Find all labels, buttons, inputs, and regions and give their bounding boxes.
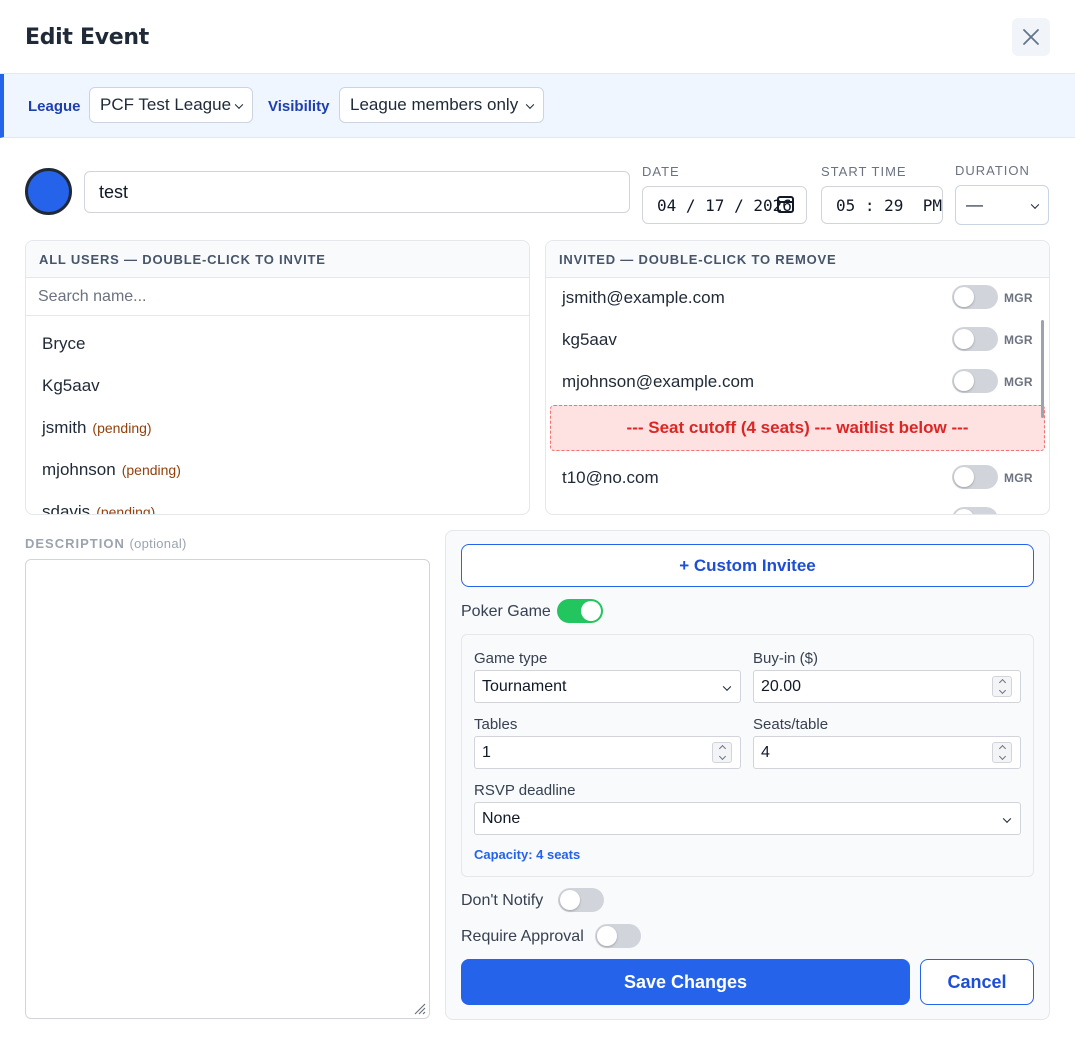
start-time-input[interactable]: 05 : 29 PM	[821, 186, 943, 224]
seats-label: Seats/table	[753, 716, 829, 733]
game-type-select[interactable]: Tournament	[474, 670, 741, 703]
number-stepper-icon[interactable]	[992, 742, 1012, 763]
mgr-label: MGR	[1004, 471, 1033, 485]
user-name: Bryce	[42, 334, 86, 353]
close-button[interactable]	[1012, 18, 1050, 56]
chevron-down-icon	[1002, 813, 1012, 823]
chevron-down-icon	[525, 100, 535, 109]
mgr-label: MGR	[1004, 375, 1033, 389]
rsvp-value: None	[482, 809, 521, 827]
edit-event-modal: Edit Event League PCF Test League Visibi…	[0, 0, 1075, 1039]
invited-panel: INVITED — DOUBLE-CLICK TO REMOVE jsmith@…	[545, 240, 1050, 515]
duration-select[interactable]: —	[955, 185, 1049, 225]
user-search-placeholder: Search name...	[38, 287, 147, 305]
game-type-label: Game type	[474, 650, 548, 667]
user-search-input[interactable]: Search name...	[26, 278, 529, 316]
pending-badge: (pending)	[96, 504, 156, 515]
number-stepper-icon[interactable]	[992, 676, 1012, 697]
all-users-panel: ALL USERS — DOUBLE-CLICK TO INVITE Searc…	[25, 240, 530, 515]
date-input[interactable]: 04 / 17 / 2026	[642, 186, 807, 224]
calendar-icon[interactable]	[777, 196, 794, 213]
invited-scrollbar[interactable]	[1041, 320, 1044, 418]
dont-notify-toggle[interactable]	[558, 888, 604, 912]
game-type-value: Tournament	[482, 677, 567, 695]
tables-label: Tables	[474, 716, 518, 733]
capacity-text: Capacity: 4 seats	[474, 847, 581, 862]
manager-toggle[interactable]	[952, 327, 998, 351]
event-name-input[interactable]: test	[84, 171, 630, 213]
rsvp-select[interactable]: None	[474, 802, 1021, 835]
tables-input[interactable]: 1	[474, 736, 741, 769]
seat-cutoff-divider: --- Seat cutoff (4 seats) --- waitlist b…	[550, 405, 1045, 451]
visibility-label: Visibility	[268, 98, 330, 115]
save-changes-button[interactable]: Save Changes	[461, 959, 910, 1005]
manager-toggle[interactable]	[952, 285, 998, 309]
require-approval-toggle[interactable]	[595, 924, 641, 948]
manager-toggle[interactable]	[952, 369, 998, 393]
description-textarea[interactable]	[25, 559, 430, 1019]
event-color-picker[interactable]	[25, 168, 72, 215]
description-optional: (optional)	[129, 536, 187, 551]
poker-game-label: Poker Game	[461, 603, 551, 620]
list-item[interactable]: mjohnson (pending)	[42, 460, 181, 480]
buyin-input[interactable]: 20.00	[753, 670, 1021, 703]
invited-header: INVITED — DOUBLE-CLICK TO REMOVE	[546, 241, 1049, 278]
manager-toggle[interactable]	[952, 507, 998, 514]
require-approval-label: Require Approval	[461, 928, 584, 945]
poker-game-toggle[interactable]	[557, 599, 603, 623]
visibility-select-value: League members only	[350, 95, 519, 114]
user-name: mjohnson	[42, 460, 116, 479]
dont-notify-label: Don't Notify	[461, 892, 544, 909]
invited-row-email[interactable]: t10@no.com	[562, 468, 659, 488]
start-time-label: START TIME	[821, 164, 907, 179]
chevron-down-icon	[234, 100, 244, 109]
chevron-down-icon	[1030, 200, 1040, 209]
seats-input[interactable]: 4	[753, 736, 1021, 769]
chevron-down-icon	[722, 681, 732, 691]
league-select-value: PCF Test League	[100, 95, 232, 114]
invited-row-email[interactable]: kg5aav	[562, 330, 617, 350]
modal-header: Edit Event	[0, 0, 1075, 74]
user-name: sdavis	[42, 502, 91, 515]
list-item[interactable]: jsmith (pending)	[42, 418, 152, 438]
modal-title: Edit Event	[25, 25, 149, 50]
visibility-select[interactable]: League members only	[339, 87, 544, 123]
tables-value: 1	[482, 743, 491, 761]
description-label: DESCRIPTION (optional)	[25, 536, 187, 551]
pending-badge: (pending)	[92, 420, 152, 436]
cancel-button[interactable]: Cancel	[920, 959, 1034, 1005]
date-label: DATE	[642, 164, 680, 179]
duration-label: DURATION	[955, 163, 1030, 178]
start-time-value: 05 : 29 PM	[836, 195, 942, 215]
date-value: 04 / 17 / 2026	[657, 195, 792, 215]
manager-toggle[interactable]	[952, 465, 998, 489]
seats-value: 4	[761, 743, 770, 761]
rsvp-label: RSVP deadline	[474, 782, 576, 799]
league-bar: League PCF Test League Visibility League…	[0, 74, 1075, 138]
event-name-value: test	[99, 181, 129, 202]
user-name: jsmith	[42, 418, 87, 437]
user-name: Kg5aav	[42, 376, 100, 395]
invited-row-email[interactable]: mjohnson@example.com	[562, 372, 754, 392]
buyin-label: Buy-in ($)	[753, 650, 819, 667]
duration-value: —	[966, 195, 983, 214]
list-item[interactable]: Kg5aav	[42, 376, 100, 396]
mgr-label: MGR	[1004, 291, 1033, 305]
league-select[interactable]: PCF Test League	[89, 87, 253, 123]
pending-badge: (pending)	[121, 462, 181, 478]
list-item[interactable]: sdavis (pending)	[42, 502, 156, 515]
close-icon	[1023, 29, 1039, 45]
description-label-text: DESCRIPTION	[25, 536, 125, 551]
league-label: League	[28, 98, 81, 115]
mgr-label: MGR	[1004, 333, 1033, 347]
resize-handle-icon[interactable]	[412, 1001, 426, 1015]
invited-row-email[interactable]: jsmith@example.com	[562, 288, 725, 308]
all-users-header: ALL USERS — DOUBLE-CLICK TO INVITE	[26, 241, 529, 278]
custom-invitee-button[interactable]: + Custom Invitee	[461, 544, 1034, 587]
number-stepper-icon[interactable]	[712, 742, 732, 763]
buyin-value: 20.00	[761, 677, 802, 695]
list-item[interactable]: Bryce	[42, 334, 85, 354]
